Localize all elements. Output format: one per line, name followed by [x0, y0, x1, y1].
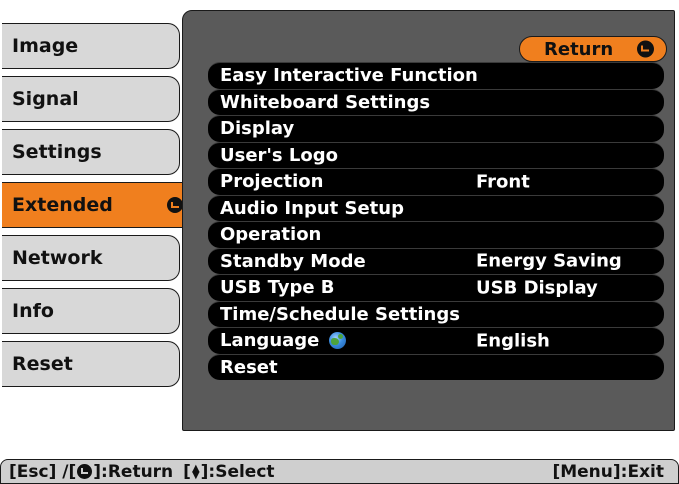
tab-label: Network: [12, 247, 103, 269]
tab-image[interactable]: Image: [2, 23, 180, 69]
menu-item-usb-type-b[interactable]: USB Type B USB Display: [208, 274, 664, 301]
tab-reset[interactable]: Reset: [2, 341, 180, 387]
globe-icon: [329, 332, 347, 350]
tab-settings[interactable]: Settings: [2, 129, 180, 175]
tab-label: Info: [12, 300, 54, 322]
help-return-text: ]:Return: [93, 461, 174, 482]
menu-item-operation[interactable]: Operation: [208, 221, 664, 248]
enter-icon: [167, 197, 183, 213]
menu-item-label: USB Type B: [220, 277, 335, 299]
menu-item-label: Standby Mode: [220, 250, 366, 272]
tab-network[interactable]: Network: [2, 235, 180, 281]
menu-item-standby-mode[interactable]: Standby Mode Energy Saving: [208, 247, 664, 274]
menu-item-value: USB Display: [476, 277, 598, 299]
menu-item-language[interactable]: Language English: [208, 327, 664, 354]
tab-label: Reset: [12, 353, 73, 375]
up-down-icon: ▲ ▼: [191, 462, 200, 481]
menu-item-label: Projection: [220, 171, 324, 193]
menu-item-time-schedule-settings[interactable]: Time/Schedule Settings: [208, 300, 664, 327]
return-label: Return: [544, 38, 614, 60]
menu-item-audio-input-setup[interactable]: Audio Input Setup: [208, 194, 664, 221]
menu-item-whiteboard-settings[interactable]: Whiteboard Settings: [208, 88, 664, 115]
menu-item-display[interactable]: Display: [208, 115, 664, 142]
menu-item-easy-interactive-function[interactable]: Easy Interactive Function: [208, 62, 664, 89]
tab-label: Settings: [12, 141, 102, 163]
menu-item-reset[interactable]: Reset: [208, 353, 664, 380]
tab-label: Extended: [12, 194, 113, 216]
projector-menu-screen: Image Signal Settings Extended Network I…: [0, 0, 679, 484]
return-button[interactable]: Return: [519, 36, 667, 62]
tab-extended[interactable]: Extended: [2, 182, 192, 228]
tab-label: Signal: [12, 88, 79, 110]
menu-tabs: Image Signal Settings Extended Network I…: [0, 0, 192, 420]
help-exit-text: [Menu]:Exit: [552, 461, 664, 482]
menu-item-value: Energy Saving: [476, 250, 622, 272]
tab-label: Image: [12, 35, 79, 57]
help-select-text: ]:Select: [200, 461, 275, 482]
menu-item-label: Operation: [220, 224, 322, 246]
menu-item-value: Front: [476, 171, 530, 193]
enter-icon: [77, 464, 93, 479]
menu-item-label: Whiteboard Settings: [220, 91, 431, 113]
help-bar: [Esc] /[ ]:Return [ ▲ ▼ ]:Select [Menu]:E…: [0, 459, 679, 484]
tab-info[interactable]: Info: [2, 288, 180, 334]
menu-item-label: Display: [220, 118, 295, 140]
extended-menu-list: Easy Interactive Function Whiteboard Set…: [208, 62, 664, 380]
help-left: [Esc] /[ ]:Return [ ▲ ▼ ]:Select: [9, 462, 275, 482]
menu-item-users-logo[interactable]: User's Logo: [208, 141, 664, 168]
menu-item-label: Language: [220, 330, 320, 352]
tab-signal[interactable]: Signal: [2, 76, 180, 122]
menu-item-label: Reset: [220, 356, 278, 378]
enter-icon: [637, 40, 654, 58]
menu-item-projection[interactable]: Projection Front: [208, 168, 664, 195]
menu-item-label: User's Logo: [220, 144, 338, 166]
menu-item-label: Easy Interactive Function: [220, 65, 478, 87]
menu-item-value: English: [476, 330, 550, 352]
help-esc-text: [Esc] /[: [9, 461, 77, 482]
menu-item-label: Time/Schedule Settings: [220, 303, 460, 325]
menu-item-label: Audio Input Setup: [220, 197, 404, 219]
help-select-bracket: [: [183, 461, 191, 482]
menu-item-label-wrap: Language: [220, 330, 347, 352]
